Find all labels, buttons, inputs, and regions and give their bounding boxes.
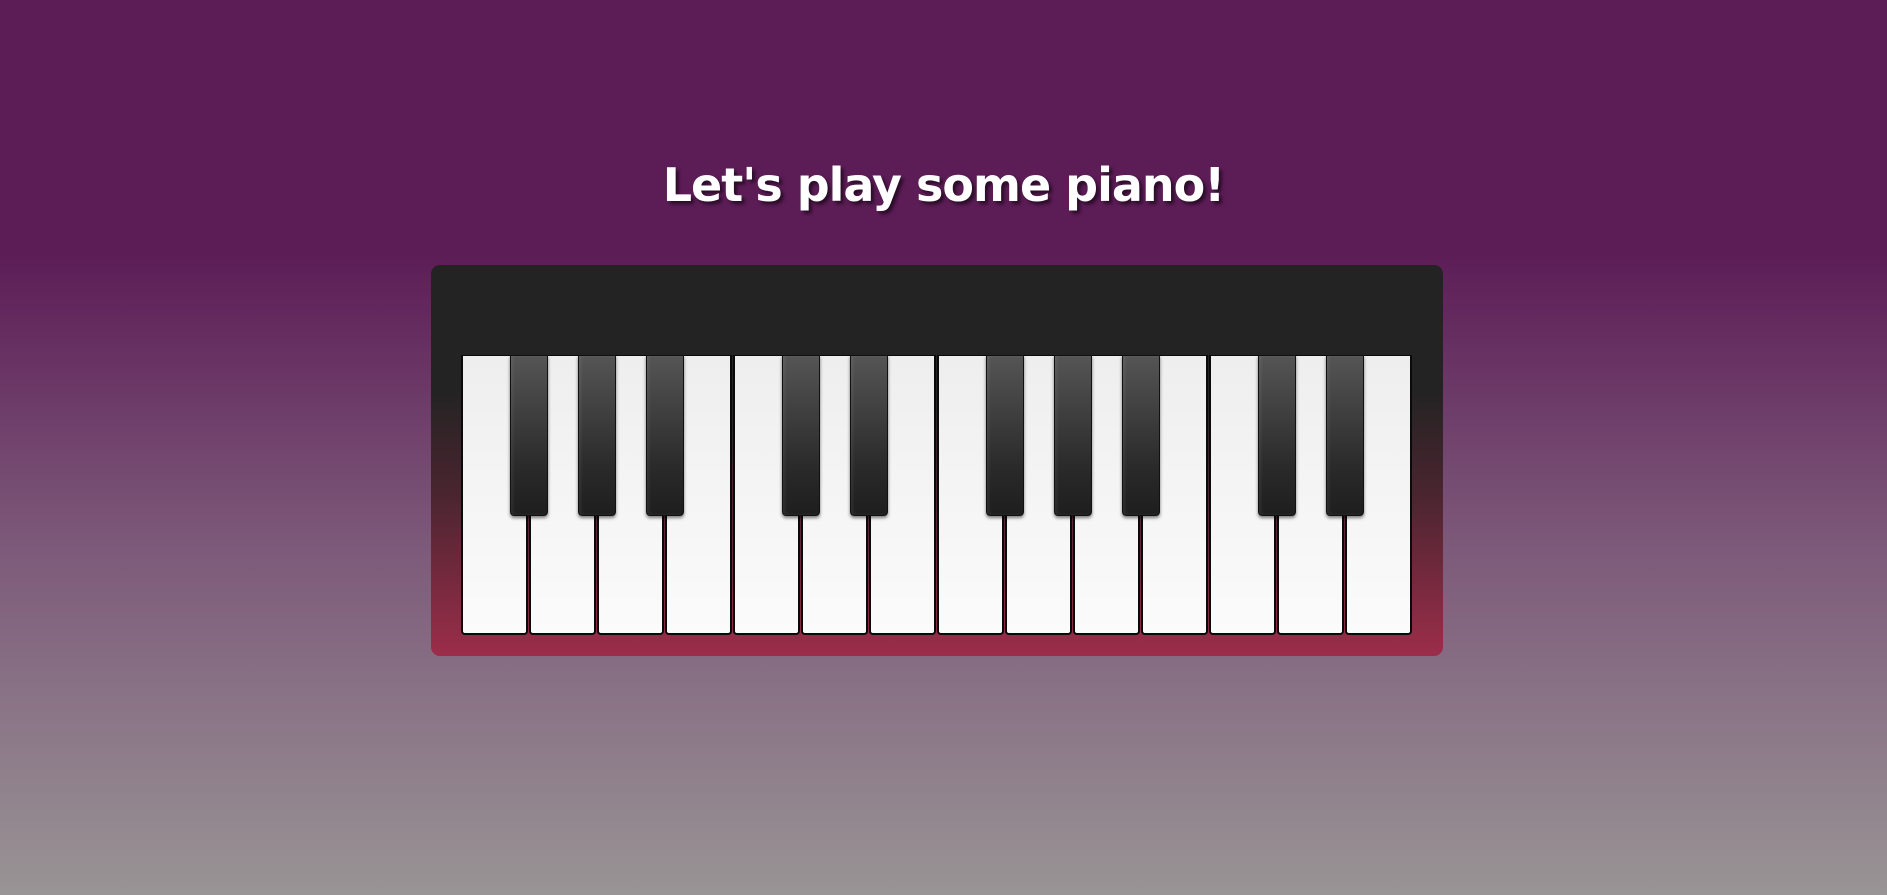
piano-keyboard (431, 265, 1443, 656)
black-key[interactable] (850, 355, 888, 516)
black-key[interactable] (782, 355, 820, 516)
page-title: Let's play some piano! (662, 158, 1226, 212)
black-key[interactable] (510, 355, 548, 516)
black-key[interactable] (646, 355, 684, 516)
black-key[interactable] (1326, 355, 1364, 516)
black-key[interactable] (986, 355, 1024, 516)
black-key[interactable] (1122, 355, 1160, 516)
black-key[interactable] (578, 355, 616, 516)
black-key[interactable] (1258, 355, 1296, 516)
piano-keys (461, 355, 1413, 635)
black-key[interactable] (1054, 355, 1092, 516)
